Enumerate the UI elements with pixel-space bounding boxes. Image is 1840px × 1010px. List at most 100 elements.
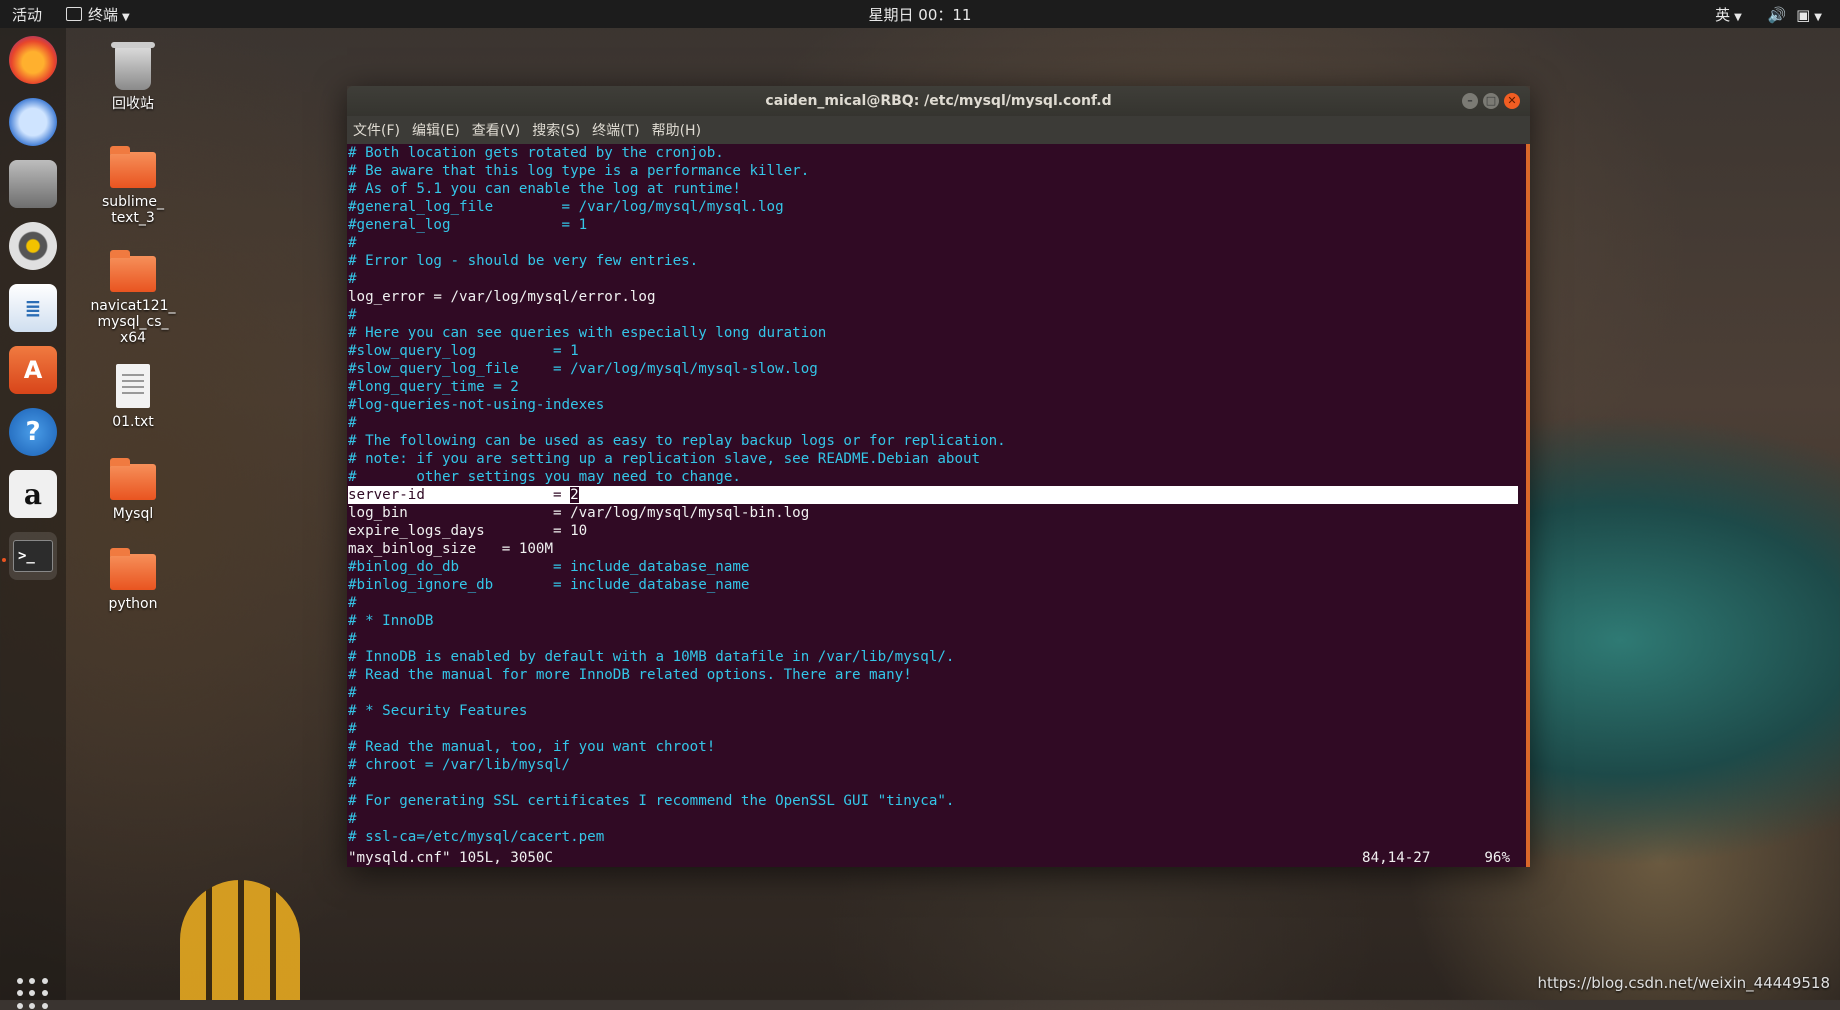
menu-bar: 文件(F) 编辑(E) 查看(V) 搜索(S) 终端(T) 帮助(H)	[347, 116, 1530, 144]
comment-line: #	[348, 775, 357, 791]
terminal-content[interactable]: # Both location gets rotated by the cron…	[347, 144, 1530, 867]
desktop-folder-sublime[interactable]: sublime_ text_3	[83, 146, 183, 226]
firefox-icon[interactable]	[9, 36, 57, 84]
desktop-folder-label: sublime_ text_3	[101, 194, 165, 226]
desktop-folder-label: python	[108, 596, 158, 612]
menu-file[interactable]: 文件(F)	[353, 120, 400, 140]
trash-icon	[111, 42, 155, 90]
desktop-folder-navicat[interactable]: navicat121_ mysql_cs_ x64	[83, 250, 183, 346]
comment-line: # Here you can see queries with especial…	[348, 325, 827, 341]
watermark-url: https://blog.csdn.net/weixin_44449518	[1537, 974, 1830, 992]
text-file-icon	[116, 364, 150, 408]
config-line: log_bin = /var/log/mysql/mysql-bin.log	[348, 505, 810, 521]
maximize-button[interactable]: □	[1483, 93, 1499, 109]
desktop-trash[interactable]: 回收站	[83, 42, 183, 112]
chevron-down-icon: ▼	[1734, 12, 1742, 23]
vim-buffer[interactable]: # Both location gets rotated by the cron…	[347, 144, 1526, 846]
terminal-glyph: >_	[13, 540, 53, 572]
comment-line: # other settings you may need to change.	[348, 469, 741, 485]
files-icon[interactable]	[9, 160, 57, 208]
comment-line: #log-queries-not-using-indexes	[348, 397, 605, 413]
desktop-folder-label: Mysql	[112, 506, 154, 522]
software-center-icon[interactable]: A	[9, 346, 57, 394]
highlighted-line: server-id = 2	[348, 486, 1518, 504]
comment-line: #binlog_do_db = include_database_name	[348, 559, 750, 575]
menu-search[interactable]: 搜索(S)	[532, 120, 580, 140]
comment-line: # The following can be used as easy to r…	[348, 433, 1006, 449]
amazon-icon[interactable]: a	[9, 470, 57, 518]
status-file-info: "mysqld.cnf" 105L, 3050C	[348, 850, 553, 866]
close-button[interactable]: ✕	[1504, 93, 1520, 109]
comment-line: #	[348, 631, 357, 647]
comment-line: # Be aware that this log type is a perfo…	[348, 163, 810, 179]
comment-line: #	[348, 271, 357, 287]
folder-icon	[110, 250, 156, 292]
menu-terminal[interactable]: 终端(T)	[592, 120, 639, 140]
desktop-folder-mysql[interactable]: Mysql	[83, 458, 183, 522]
thunderbird-icon[interactable]	[9, 98, 57, 146]
vim-status-line: "mysqld.cnf" 105L, 3050C 84,14-27 96%	[348, 849, 1518, 867]
comment-line: # * Security Features	[348, 703, 528, 719]
input-method-label: 英	[1715, 6, 1731, 24]
desktop-file-label: 01.txt	[112, 414, 154, 430]
system-menu[interactable]: 🔊 ▣ ▼	[1768, 6, 1822, 24]
libreoffice-writer-icon[interactable]: ≣	[9, 284, 57, 332]
folder-icon	[110, 458, 156, 500]
comment-line: # chroot = /var/lib/mysql/	[348, 757, 571, 773]
comment-line: #general_log_file = /var/log/mysql/mysql…	[348, 199, 784, 215]
comment-line: # Error log - should be very few entries…	[348, 253, 699, 269]
show-applications-button[interactable]	[17, 978, 49, 1010]
status-scroll-percent: 96%	[1484, 850, 1510, 866]
config-line: expire_logs_days = 10	[348, 523, 588, 539]
menu-view[interactable]: 查看(V)	[472, 120, 521, 140]
comment-line: # Read the manual for more InnoDB relate…	[348, 667, 912, 683]
window-titlebar[interactable]: caiden_mical@RBQ: /etc/mysql/mysql.conf.…	[347, 86, 1530, 116]
desktop-folder-python[interactable]: python	[83, 548, 183, 612]
comment-line: #slow_query_log_file = /var/log/mysql/my…	[348, 361, 818, 377]
comment-line: #general_log = 1	[348, 217, 588, 233]
status-cursor-position: 84,14-27	[1362, 850, 1431, 866]
comment-line: # ssl-ca=/etc/mysql/cacert.pem	[348, 829, 605, 845]
terminal-icon[interactable]: >_	[9, 532, 57, 580]
comment-line: #	[348, 307, 357, 323]
menu-edit[interactable]: 编辑(E)	[412, 120, 460, 140]
desktop-trash-label: 回收站	[112, 96, 154, 112]
desktop-folder-label: navicat121_ mysql_cs_ x64	[90, 298, 176, 346]
comment-line: # Read the manual, too, if you want chro…	[348, 739, 716, 755]
terminal-window: caiden_mical@RBQ: /etc/mysql/mysql.conf.…	[347, 86, 1530, 867]
window-title: caiden_mical@RBQ: /etc/mysql/mysql.conf.…	[765, 93, 1112, 109]
help-icon[interactable]: ?	[9, 408, 57, 456]
comment-line: # * InnoDB	[348, 613, 434, 629]
cursor-value: 2	[570, 487, 579, 503]
comment-line: #	[348, 235, 357, 251]
rhythmbox-icon[interactable]	[9, 222, 57, 270]
comment-line: #	[348, 811, 357, 827]
config-line: max_binlog_size = 100M	[348, 541, 553, 557]
comment-line: #slow_query_log = 1	[348, 343, 579, 359]
running-indicator	[2, 558, 6, 562]
battery-icon: ▣	[1796, 5, 1811, 24]
comment-line: # As of 5.1 you can enable the log at ru…	[348, 181, 741, 197]
config-line: log_error = /var/log/mysql/error.log	[348, 289, 656, 305]
comment-line: #	[348, 415, 357, 431]
highlight-key: server-id =	[348, 487, 571, 503]
input-method-indicator[interactable]: 英 ▼	[1715, 4, 1742, 25]
dock: ≣ A ? a >_	[0, 28, 66, 1009]
background-lit-window	[180, 880, 300, 1000]
top-bar: 活动 终端 ▼ 星期日 00：11 英 ▼ 🔊 ▣ ▼	[0, 0, 1840, 28]
comment-line: #long_query_time = 2	[348, 379, 519, 395]
desktop-file-01txt[interactable]: 01.txt	[83, 364, 183, 430]
minimize-button[interactable]: –	[1462, 93, 1478, 109]
folder-icon	[110, 146, 156, 188]
comment-line: # Both location gets rotated by the cron…	[348, 145, 724, 161]
comment-line: #binlog_ignore_db = include_database_nam…	[348, 577, 750, 593]
comment-line: # InnoDB is enabled by default with a 10…	[348, 649, 955, 665]
chevron-down-icon: ▼	[1814, 11, 1822, 23]
folder-icon	[110, 548, 156, 590]
comment-line: #	[348, 721, 357, 737]
comment-line: #	[348, 595, 357, 611]
clock[interactable]: 星期日 00：11	[0, 4, 1840, 25]
comment-line: # note: if you are setting up a replicat…	[348, 451, 981, 467]
comment-line: #	[348, 685, 357, 701]
menu-help[interactable]: 帮助(H)	[652, 120, 701, 140]
